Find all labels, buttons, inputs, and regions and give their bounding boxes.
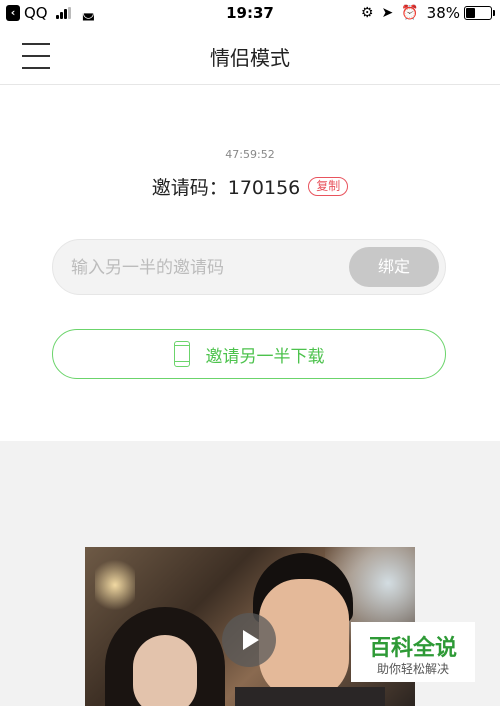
partner-code-input[interactable] <box>69 240 333 296</box>
invite-panel: 47:59:52 邀请码：170156 复制 绑定 邀请另一半下载 <box>0 85 500 441</box>
status-bar: ‹ QQ ◛ 19:37 ⚙ ➤ ⏰ 38% <box>0 0 500 28</box>
alarm-icon: ⏰ <box>401 5 419 21</box>
bind-button[interactable]: 绑定 <box>349 247 439 287</box>
watermark: 百科全说 助你轻松解决 <box>351 622 475 682</box>
video-person-right-shirt <box>235 687 385 706</box>
countdown-timer: 47:59:52 <box>225 148 275 161</box>
page-title: 情侣模式 <box>210 46 290 70</box>
watermark-title: 百科全说 <box>368 636 457 661</box>
watermark-subtitle: 助你轻松解决 <box>376 662 449 676</box>
invite-download-button[interactable]: 邀请另一半下载 <box>52 329 446 379</box>
invite-code-line: 邀请码：170156 复制 <box>0 173 500 200</box>
status-right: ⚙ ➤ ⏰ 38% <box>360 4 495 22</box>
invite-download-label: 邀请另一半下载 <box>205 346 325 367</box>
battery-percent: 38% <box>426 4 460 22</box>
rotation-lock-icon: ⚙ <box>360 5 374 21</box>
location-icon: ➤ <box>381 5 394 21</box>
invite-code-label: 邀请码： <box>151 177 228 199</box>
battery-icon <box>464 6 495 20</box>
play-icon[interactable] <box>222 613 276 667</box>
copy-button[interactable]: 复制 <box>308 177 349 196</box>
phone-icon <box>173 341 190 367</box>
video-person-left-face <box>133 635 197 706</box>
video-bg-light <box>95 555 135 615</box>
page: ‹ QQ ◛ 19:37 ⚙ ➤ ⏰ 38% 情侣模式 47:59:52 邀请码… <box>0 0 500 706</box>
nav-bar: 情侣模式 <box>0 28 500 85</box>
invite-code-value: 170156 <box>227 177 301 199</box>
bind-form: 绑定 <box>52 239 446 296</box>
